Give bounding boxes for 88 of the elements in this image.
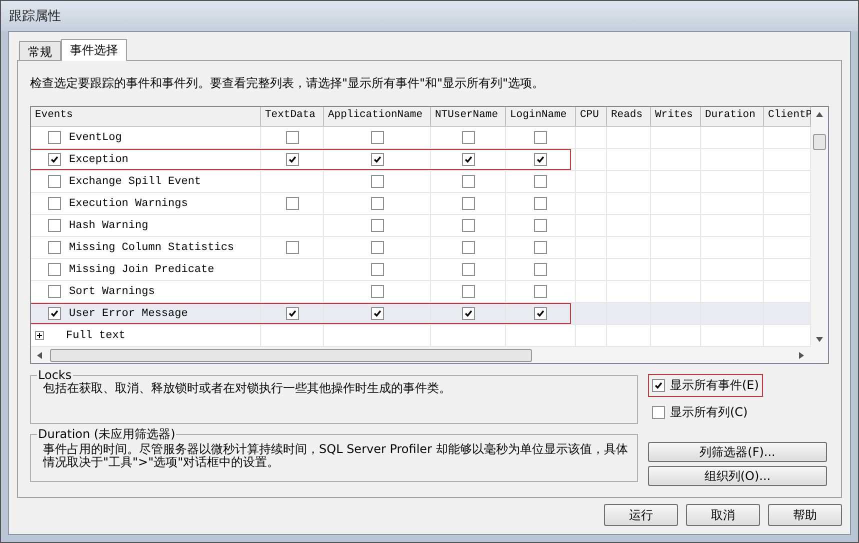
checkbox[interactable] [462,285,474,298]
event-name: Missing Column Statistics [69,242,234,254]
tab[interactable]: 事件选择 [61,39,127,61]
event-name: Exception [69,154,128,166]
checkbox[interactable] [370,307,384,320]
checkbox[interactable] [534,131,547,144]
checkbox[interactable] [534,219,547,232]
checkbox[interactable] [370,197,384,210]
event-name: User Error Message [69,308,188,320]
column-header[interactable]: ApplicationName [324,107,431,126]
checkbox[interactable] [462,197,474,210]
checkbox[interactable] [370,241,384,254]
description-text: 包括在获取、取消、释放锁时或者在对锁执行一些其他操作时生成的事件类。 [43,382,452,395]
event-name: EventLog [69,132,122,144]
scroll-thumb[interactable] [50,348,532,362]
event-name: Execution Warnings [69,198,188,210]
event-name: Missing Join Predicate [69,264,214,276]
checkbox[interactable] [534,175,547,188]
dialog-button[interactable]: 组织列(O)... [648,466,827,486]
left-arrow-icon[interactable] [37,352,42,358]
column-header[interactable]: TextData [261,107,324,126]
checkbox[interactable] [462,175,474,188]
instruction-text: 检查选定要跟踪的事件和事件列。要查看完整列表，请选择"显示所有事件"和"显示所有列"选项。 [30,75,546,92]
checkbox[interactable] [534,241,547,254]
horizontal-scrollbar[interactable] [31,347,828,363]
group-title: Locks [37,368,73,382]
checkbox[interactable] [48,153,61,166]
column-header[interactable]: Events [31,107,261,126]
checkbox[interactable] [534,263,547,276]
checkbox[interactable] [652,379,665,392]
checkbox[interactable] [286,241,298,254]
dialog-button[interactable]: 列筛选器(F)... [648,442,827,462]
checkbox[interactable] [462,153,474,166]
event-name: Sort Warnings [69,286,155,298]
description-text: 事件占用的时间。尽管服务器以微秒计算持续时间，SQL Server Profiler 却能够以毫秒为单位显示该值，具体情况取决于"工具">"选项"对话框中的设置。 [43,443,629,469]
dialog-button[interactable]: 帮助 [768,504,842,526]
down-arrow-icon[interactable] [816,337,823,342]
checkbox[interactable] [48,131,61,144]
checkbox[interactable] [48,175,61,188]
expand-icon[interactable] [35,331,44,340]
column-header[interactable]: NTUserName [431,107,506,126]
checkbox[interactable] [652,406,665,419]
vertical-scrollbar[interactable] [811,107,828,347]
scroll-thumb[interactable] [813,134,826,150]
column-header[interactable]: CPU [576,107,607,126]
checkbox[interactable] [462,263,474,276]
checkbox[interactable] [534,285,547,298]
checkbox[interactable] [534,153,547,166]
checkbox[interactable] [534,307,547,320]
checkbox[interactable] [48,197,61,210]
checkbox[interactable] [48,263,61,276]
checkbox-option[interactable]: 显示所有事件(E) [648,374,763,397]
checkbox[interactable] [286,307,298,320]
column-header[interactable]: Duration [701,107,764,126]
checkbox[interactable] [48,285,61,298]
dialog-button[interactable]: 取消 [686,504,760,526]
category-name: Full text [66,330,126,342]
checkbox[interactable] [48,219,61,232]
checkbox[interactable] [286,153,298,166]
checkbox[interactable] [286,131,298,144]
checkbox[interactable] [370,175,384,188]
checkbox-option[interactable]: 显示所有列(C) [648,401,752,424]
checkbox[interactable] [370,153,384,166]
checkbox[interactable] [286,197,298,210]
checkbox[interactable] [462,241,474,254]
checkbox[interactable] [462,131,474,144]
checkbox[interactable] [48,307,61,320]
right-arrow-icon[interactable] [799,352,804,358]
option-label: 显示所有列(C) [670,404,748,421]
option-label: 显示所有事件(E) [670,377,759,394]
up-arrow-icon[interactable] [816,112,823,117]
checkbox[interactable] [534,197,547,210]
checkbox[interactable] [370,263,384,276]
column-header[interactable]: LoginName [506,107,576,126]
checkbox[interactable] [370,131,384,144]
tab[interactable]: 常规 [19,41,61,60]
event-name: Exchange Spill Event [69,176,202,188]
group-title: Duration (未应用筛选器) [37,426,176,443]
checkbox[interactable] [370,285,384,298]
window-title: 跟踪属性 [9,8,61,25]
checkbox[interactable] [48,241,61,254]
checkbox[interactable] [462,307,474,320]
column-header[interactable]: Writes [651,107,701,126]
checkbox[interactable] [462,219,474,232]
event-name: Hash Warning [69,220,148,232]
dialog-button[interactable]: 运行 [604,504,678,526]
column-header[interactable]: Reads [607,107,651,126]
checkbox[interactable] [370,219,384,232]
